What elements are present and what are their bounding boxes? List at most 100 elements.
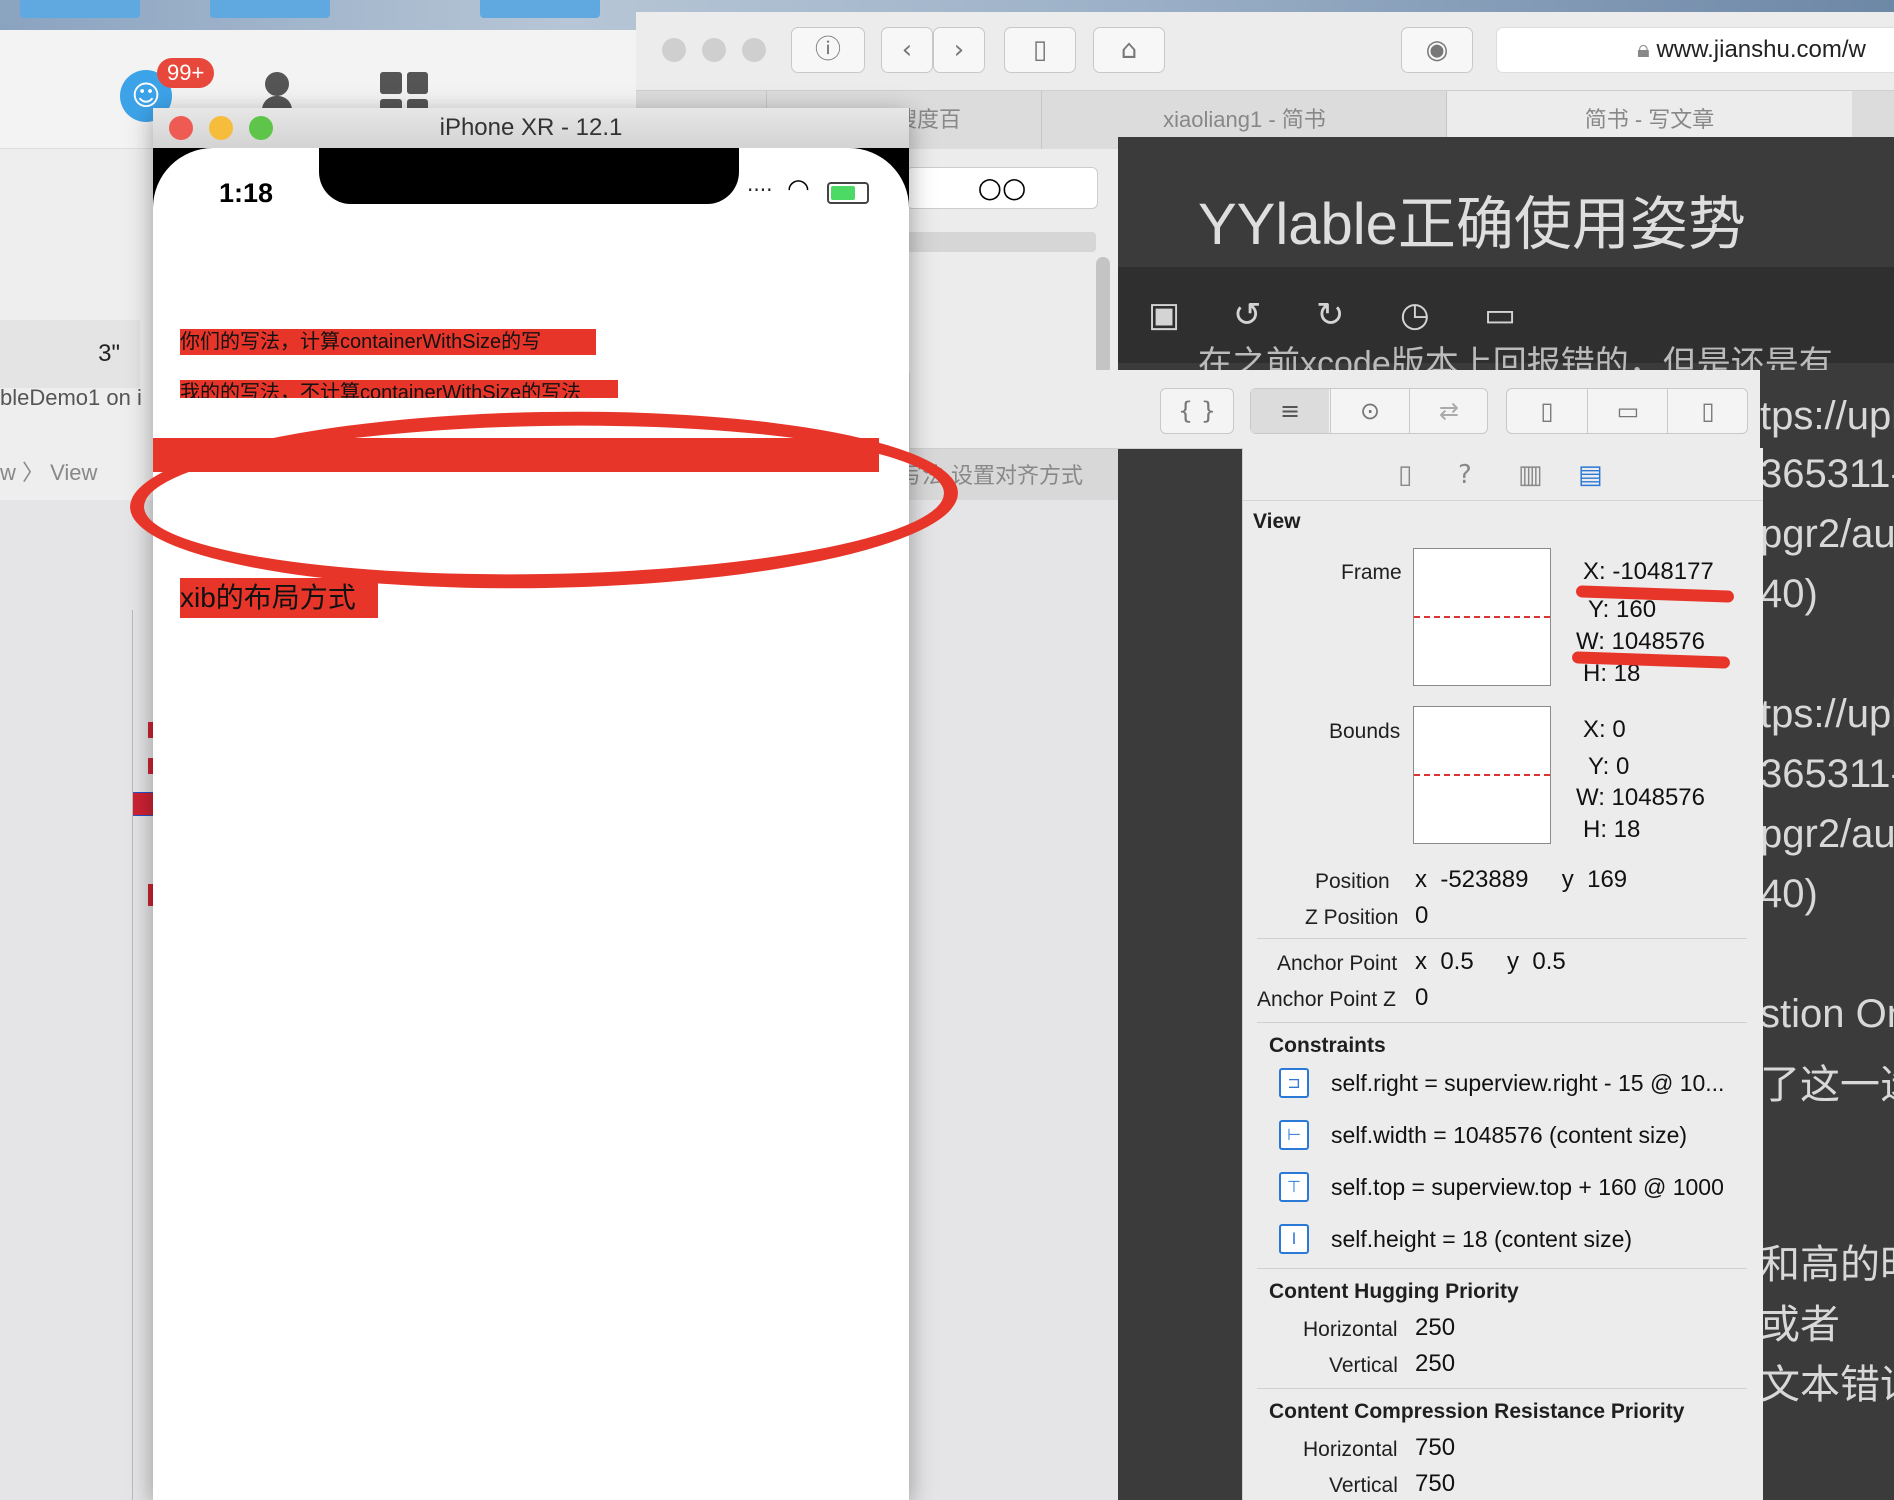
anchorz-value: 0 (1415, 984, 1429, 1011)
editor-mode-segment: ≡ ⊙ ⇄ (1250, 388, 1488, 434)
constraint-item[interactable]: self.right = superview.right - 15 @ 10..… (1331, 1070, 1724, 1097)
frame-x: X: -1048177 (1583, 558, 1714, 585)
compression-horizontal-label: Horizontal (1303, 1438, 1398, 1461)
extension-icon[interactable]: ◉ (1401, 27, 1473, 73)
history-icon[interactable]: ◷ (1400, 295, 1430, 335)
divider (1257, 938, 1747, 939)
body-line: 365311- (1760, 452, 1894, 496)
simulator-window: iPhone XR - 12.1 1:18 ···· ◠ 你们的写法，计算con… (153, 108, 909, 1500)
compression-header: Content Compression Resistance Priority (1269, 1400, 1685, 1423)
body-line: 40) (1760, 872, 1818, 916)
article-title[interactable]: YYlable正确使用姿势 (1198, 177, 1746, 261)
label-computed-size: 你们的写法，计算containerWithSize的写 (180, 329, 596, 355)
body-line: pgr2/auto (1760, 512, 1894, 556)
back-icon[interactable]: ‹ (881, 27, 933, 73)
body-line: 或者 (1760, 1303, 1840, 1347)
constraint-right-icon: ⊐ (1279, 1068, 1309, 1098)
compression-horizontal-value[interactable]: 750 (1415, 1434, 1455, 1462)
status-time: 1:18 (219, 178, 274, 208)
folder-icon[interactable] (480, 0, 600, 18)
constraints-header: Constraints (1269, 1034, 1386, 1057)
utilities-panel-icon[interactable]: ▯ (1667, 389, 1748, 433)
compression-vertical-value[interactable]: 750 (1415, 1470, 1455, 1498)
reader-glasses-icon[interactable]: ○○ (906, 167, 1098, 209)
zoom-button[interactable] (742, 38, 766, 62)
bounds-h: H: 18 (1583, 816, 1641, 843)
size-inspector-icon[interactable]: ▤ (1578, 460, 1603, 490)
bounds-x: X: 0 (1583, 716, 1626, 743)
document-icon[interactable]: ▭ (1484, 295, 1516, 335)
folder-icon[interactable] (20, 0, 140, 18)
close-button[interactable] (662, 38, 686, 62)
divider (1257, 1388, 1747, 1389)
debug-panel-icon[interactable]: ▭ (1587, 389, 1668, 433)
position-label: Position (1315, 870, 1390, 893)
constraint-width-icon: ⊢ (1279, 1120, 1309, 1150)
canvas-edge (132, 610, 155, 1500)
panels-segment: ▯ ▭ ▯ (1506, 388, 1748, 434)
xcode-toolbar: { } ≡ ⊙ ⇄ ▯ ▭ ▯ (910, 370, 1760, 449)
device-frame: 1:18 ···· ◠ 你们的写法，计算containerWithSize的写 … (153, 148, 909, 1500)
zposition-value: 0 (1415, 902, 1429, 929)
hugging-vertical-label: Vertical (1329, 1354, 1398, 1377)
help-icon[interactable]: ? (1458, 460, 1472, 490)
list-item-value: 3" (98, 340, 120, 367)
body-line: 和高的时 (1760, 1243, 1894, 1287)
info-icon[interactable]: ⓘ (791, 27, 865, 73)
divider (1257, 1022, 1747, 1023)
body-line: pgr2/auto (1760, 812, 1894, 856)
anchorz-label: Anchor Point Z (1257, 988, 1396, 1011)
assistant-editor-icon[interactable]: ⊙ (1330, 389, 1409, 433)
minimize-button[interactable] (702, 38, 726, 62)
breadcrumb[interactable]: w 〉 View (0, 455, 97, 487)
undo-icon[interactable]: ↺ (1233, 295, 1262, 335)
wifi-icon: ◠ (787, 174, 810, 204)
signal-icon: ···· (747, 178, 773, 202)
zposition-label: Z Position (1305, 906, 1399, 929)
battery-icon (827, 182, 869, 204)
bounds-label: Bounds (1329, 720, 1401, 743)
home-icon[interactable]: ⌂ (1093, 27, 1165, 73)
bounds-w: W: 1048576 (1576, 784, 1705, 811)
body-line: tps://upl (1760, 394, 1894, 438)
label-xib-layout: xib的布局方式 (180, 578, 378, 618)
version-editor-icon[interactable]: ⇄ (1409, 389, 1488, 433)
body-line: 了这一选 (1760, 1063, 1894, 1107)
forward-icon[interactable]: › (933, 27, 985, 73)
frame-diagram (1413, 548, 1551, 686)
constraint-top-icon: ⊤ (1279, 1172, 1309, 1202)
simulator-title: iPhone XR - 12.1 (439, 114, 623, 141)
constraint-item[interactable]: self.height = 18 (content size) (1331, 1226, 1632, 1253)
hugging-horizontal-label: Horizontal (1303, 1318, 1398, 1341)
scrollbar[interactable] (1096, 257, 1110, 377)
hugging-header: Content Hugging Priority (1269, 1280, 1519, 1303)
navigator-panel-icon[interactable]: ▯ (1507, 389, 1587, 433)
hugging-horizontal-value[interactable]: 250 (1415, 1314, 1455, 1342)
file-inspector-icon[interactable]: ▯ (1398, 460, 1412, 490)
bounds-diagram (1413, 706, 1551, 844)
list-item[interactable]: 3" (0, 320, 140, 388)
frame-label: Frame (1341, 561, 1402, 584)
body-line: tps://upl (1760, 692, 1894, 736)
body-line: stion On (1760, 992, 1894, 1036)
anchor-label: Anchor Point (1277, 952, 1398, 975)
notch (319, 148, 739, 204)
lock-icon: 🔒︎ (1637, 36, 1650, 63)
image-icon[interactable]: ▣ (1148, 295, 1180, 335)
scroll-track (906, 232, 1096, 252)
code-braces-icon[interactable]: { } (1160, 388, 1234, 434)
simulator-titlebar: iPhone XR - 12.1 (153, 108, 909, 149)
redo-icon[interactable]: ↻ (1316, 295, 1345, 335)
identity-inspector-icon[interactable]: ▥ (1518, 460, 1543, 490)
folder-icon[interactable] (210, 0, 330, 18)
body-line: 文本错误 (1760, 1363, 1894, 1407)
sidebar-icon[interactable]: ▯ (1004, 27, 1076, 73)
unread-badge: 99+ (157, 58, 215, 88)
hugging-vertical-value[interactable]: 250 (1415, 1350, 1455, 1378)
xcode-window-title: bleDemo1 on i (0, 385, 142, 410)
anchor-value: x 0.5 y 0.5 (1415, 948, 1566, 975)
constraint-item[interactable]: self.top = superview.top + 160 @ 1000 (1331, 1174, 1724, 1201)
address-bar[interactable]: 🔒︎ www.jianshu.com/w (1496, 27, 1894, 73)
constraint-item[interactable]: self.width = 1048576 (content size) (1331, 1122, 1687, 1149)
standard-editor-icon[interactable]: ≡ (1251, 389, 1329, 433)
